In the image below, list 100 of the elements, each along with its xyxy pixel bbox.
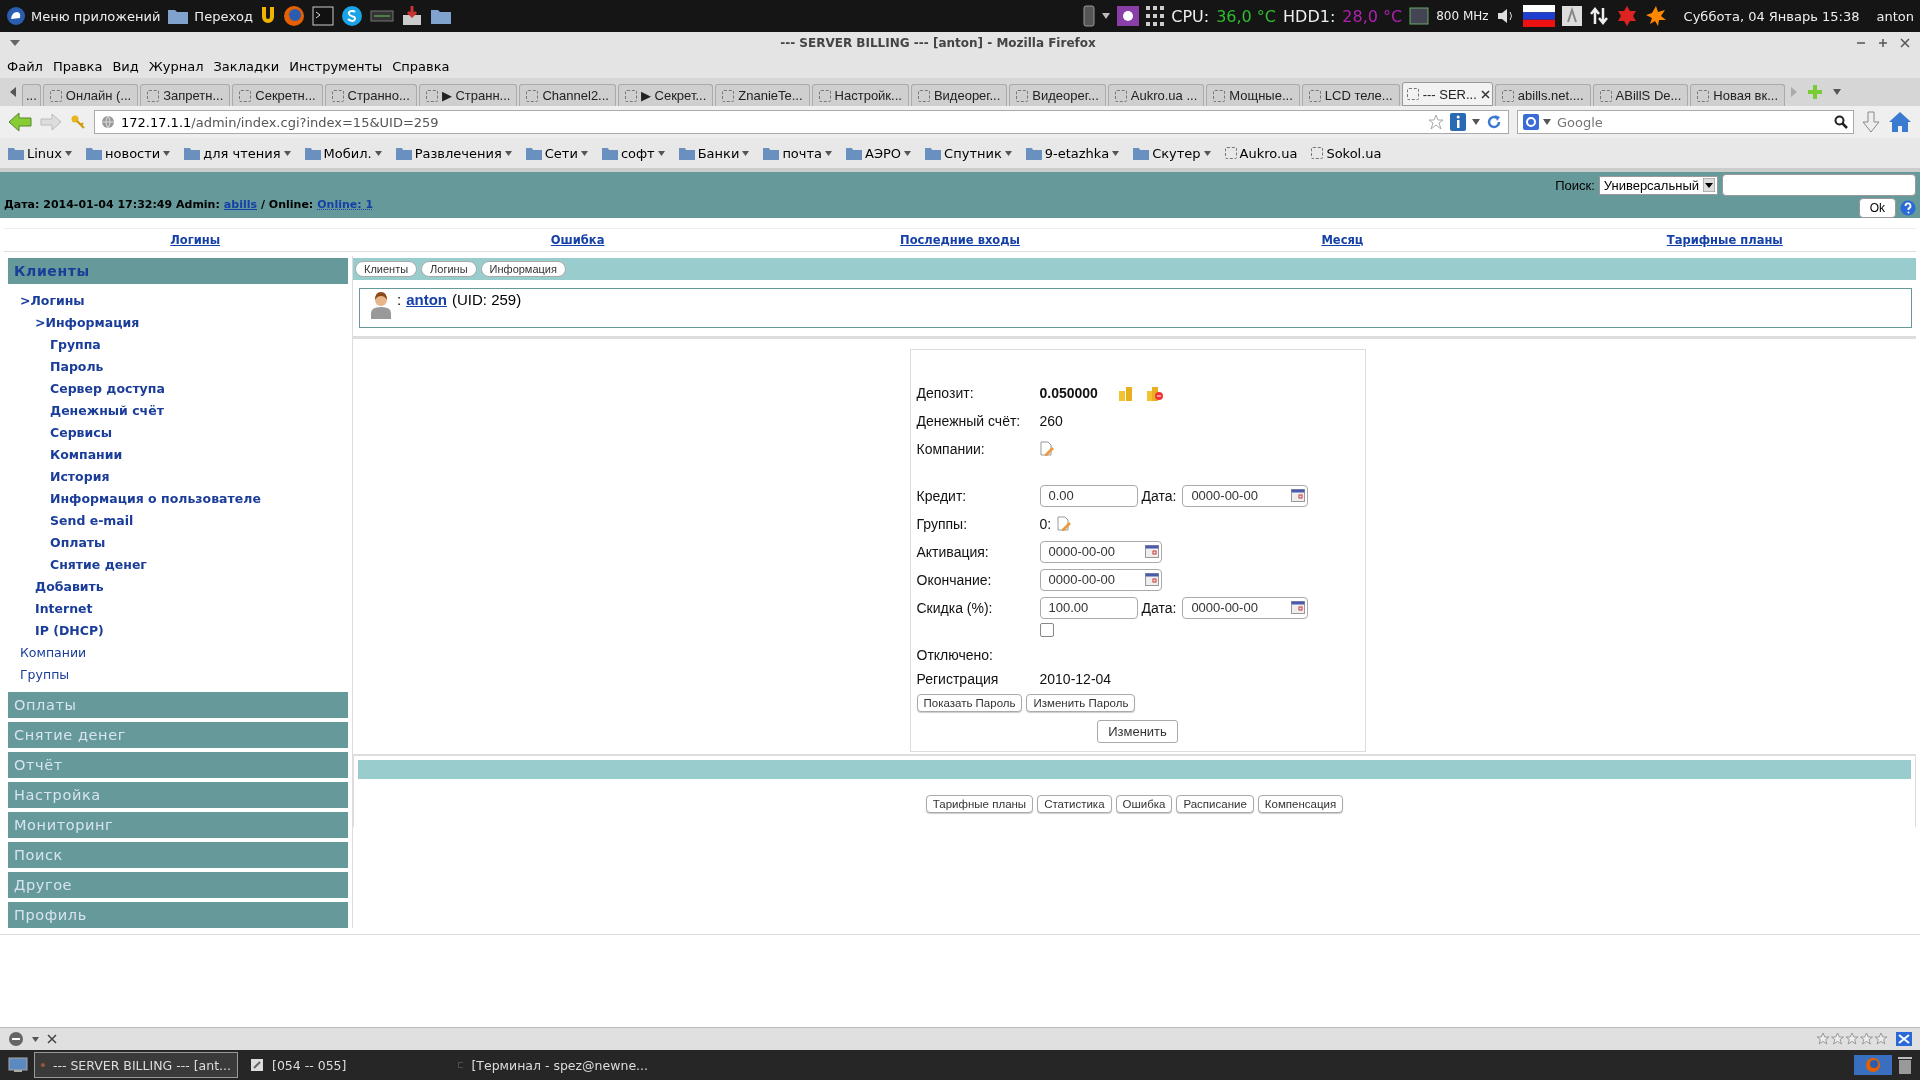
browser-tab[interactable]: Странно... bbox=[324, 84, 417, 106]
bookmark[interactable]: Спутник bbox=[925, 145, 1012, 161]
menu-item[interactable]: Закладки bbox=[213, 58, 280, 74]
reload-icon[interactable] bbox=[1486, 114, 1502, 130]
address-field[interactable]: 172.17.1.1/admin/index.cgi?index=15&UID=259 bbox=[94, 110, 1509, 134]
password-button[interactable]: Изменить Пароль bbox=[1026, 694, 1136, 712]
sidebar-item[interactable]: Группа bbox=[8, 334, 348, 356]
home-icon[interactable] bbox=[1888, 111, 1912, 133]
bookmark[interactable]: 9-etazhka bbox=[1025, 145, 1120, 161]
sidebar-item[interactable]: Денежный счёт bbox=[8, 400, 348, 422]
bookmark[interactable]: Развлечения bbox=[395, 145, 512, 161]
star-icon[interactable] bbox=[1428, 114, 1444, 130]
scroll-left-icon[interactable] bbox=[10, 87, 16, 97]
back-arrow-icon[interactable] bbox=[8, 112, 32, 132]
sidebar-item[interactable]: >Логины bbox=[8, 290, 348, 312]
action-button[interactable]: Тарифные планы bbox=[925, 795, 1034, 813]
browser-tab[interactable]: Мощные... bbox=[1206, 84, 1300, 106]
bookmark[interactable]: Скутер bbox=[1133, 145, 1211, 161]
bookmark[interactable]: новости bbox=[86, 145, 171, 161]
browser-tab[interactable]: --- SER... bbox=[1401, 82, 1493, 106]
browser-tab[interactable]: ABillS De... bbox=[1592, 84, 1689, 106]
bookmark[interactable]: почта bbox=[763, 145, 833, 161]
browser-tab[interactable]: Онлайн (... bbox=[42, 84, 139, 106]
bookmark[interactable]: Мобил. bbox=[304, 145, 382, 161]
action-button[interactable]: Компенсация bbox=[1257, 795, 1344, 813]
browser-tab[interactable]: Channel2... bbox=[519, 84, 616, 106]
bookmark[interactable]: Сети bbox=[525, 145, 588, 161]
calendar-icon[interactable] bbox=[1291, 489, 1306, 502]
calendar-icon[interactable] bbox=[1291, 601, 1306, 614]
close-tab-icon[interactable] bbox=[1480, 89, 1490, 99]
menu-item[interactable]: Вид bbox=[112, 58, 139, 74]
bookmark[interactable]: для чтения bbox=[184, 145, 291, 161]
quick-link[interactable]: Месяц bbox=[1321, 233, 1364, 247]
browser-tab[interactable]: ▶ Странн... bbox=[418, 84, 518, 106]
date-field[interactable]: 0000-00-00 bbox=[1182, 484, 1309, 507]
grid-icon[interactable] bbox=[1146, 6, 1165, 26]
bookmark[interactable]: Sokol.ua bbox=[1311, 145, 1382, 161]
sidebar-item[interactable]: Добавить bbox=[8, 576, 348, 598]
sidebar-item[interactable]: Компании bbox=[8, 642, 348, 664]
alert-icon[interactable] bbox=[1615, 5, 1638, 27]
folder-icon[interactable] bbox=[430, 7, 453, 25]
browser-tab[interactable]: ZnanieTe... bbox=[715, 84, 810, 106]
browser-tab[interactable]: Настройк... bbox=[811, 84, 909, 106]
date-field[interactable]: 0000-00-00 bbox=[1039, 540, 1162, 563]
show-desktop-icon[interactable] bbox=[8, 1057, 28, 1073]
burst-icon[interactable] bbox=[1644, 5, 1667, 27]
browser-tab[interactable]: Видеорег... bbox=[910, 84, 1008, 106]
action-button[interactable]: Ошибка bbox=[1115, 795, 1173, 813]
dropdown-arrow-icon[interactable] bbox=[1472, 119, 1480, 125]
sidebar-item[interactable]: Информация о пользователе bbox=[8, 488, 348, 510]
browser-tab[interactable]: ▶ Секрет... bbox=[617, 84, 714, 106]
places-menu[interactable]: Переход bbox=[167, 7, 254, 25]
rating-stars-icon[interactable] bbox=[1816, 1032, 1888, 1046]
close-icon[interactable] bbox=[1900, 38, 1910, 48]
media-center-icon[interactable] bbox=[370, 8, 395, 24]
taskbar-button[interactable]: [Терминал - spez@newne... bbox=[452, 1053, 654, 1077]
monitor-icon[interactable] bbox=[1409, 7, 1430, 25]
sidebar-item[interactable]: IP (DHCP) bbox=[8, 620, 348, 642]
sidebar-item[interactable]: Пароль bbox=[8, 356, 348, 378]
bookmark[interactable]: АЭРО bbox=[846, 145, 912, 161]
browser-tab[interactable]: Секретн... bbox=[232, 84, 323, 106]
search-input[interactable] bbox=[1722, 174, 1916, 196]
calendar-icon[interactable] bbox=[1144, 573, 1159, 586]
help-icon[interactable] bbox=[1900, 200, 1916, 216]
discount-field[interactable]: 100.00 bbox=[1039, 596, 1138, 619]
sidebar-item[interactable]: Сервисы bbox=[8, 422, 348, 444]
clock[interactable]: Суббота, 04 Январь 15:38 bbox=[1683, 8, 1860, 24]
bookmark[interactable]: Aukro.ua bbox=[1224, 145, 1298, 161]
dropdown-arrow-icon[interactable] bbox=[32, 1036, 39, 1042]
sidebar-item[interactable]: История bbox=[8, 466, 348, 488]
browser-tab[interactable]: LCD теле... bbox=[1301, 84, 1400, 106]
menu-item[interactable]: Файл bbox=[7, 58, 43, 74]
ok-button[interactable]: Ok bbox=[1858, 198, 1896, 218]
breadcrumb-button[interactable]: Логины bbox=[421, 261, 477, 277]
breadcrumb-button[interactable]: Клиенты bbox=[355, 261, 418, 277]
sidebar-item[interactable]: >Информация bbox=[8, 312, 348, 334]
user-login-link[interactable]: anton bbox=[406, 291, 447, 308]
quick-link[interactable]: Ошибка bbox=[550, 233, 605, 247]
user-name[interactable]: anton bbox=[1876, 8, 1914, 24]
flag-icon[interactable] bbox=[1522, 5, 1555, 27]
window-menu-icon[interactable] bbox=[10, 40, 20, 46]
quick-link[interactable]: Тарифные планы bbox=[1666, 233, 1783, 247]
menu-item[interactable]: Справка bbox=[392, 58, 450, 74]
action-button[interactable]: Статистика bbox=[1037, 795, 1112, 813]
submit-button[interactable]: Изменить bbox=[1097, 720, 1178, 743]
sidebar-item[interactable]: Группы bbox=[8, 664, 348, 686]
credit-field[interactable]: 0.00 bbox=[1039, 484, 1138, 507]
calendar-icon[interactable] bbox=[1144, 545, 1159, 558]
trash-icon[interactable] bbox=[1898, 1056, 1912, 1074]
sidebar-item[interactable]: Оплаты bbox=[8, 532, 348, 554]
bookmark-sync-icon[interactable] bbox=[1896, 1032, 1912, 1046]
sidebar-item[interactable]: Сервер доступа bbox=[8, 378, 348, 400]
menu-item[interactable]: Журнал bbox=[148, 58, 204, 74]
quick-link[interactable]: Последние входы bbox=[900, 233, 1020, 247]
sidebar-item[interactable]: Снятие денег bbox=[8, 554, 348, 576]
menu-item[interactable]: Инструменты bbox=[289, 58, 383, 74]
date-field[interactable]: 0000-00-00 bbox=[1182, 596, 1309, 619]
sidebar-item[interactable]: Send e-mail bbox=[8, 510, 348, 532]
taskbar-button[interactable]: --- SERVER BILLING --- [ant... bbox=[34, 1052, 238, 1078]
password-button[interactable]: Показать Пароль bbox=[916, 694, 1023, 712]
